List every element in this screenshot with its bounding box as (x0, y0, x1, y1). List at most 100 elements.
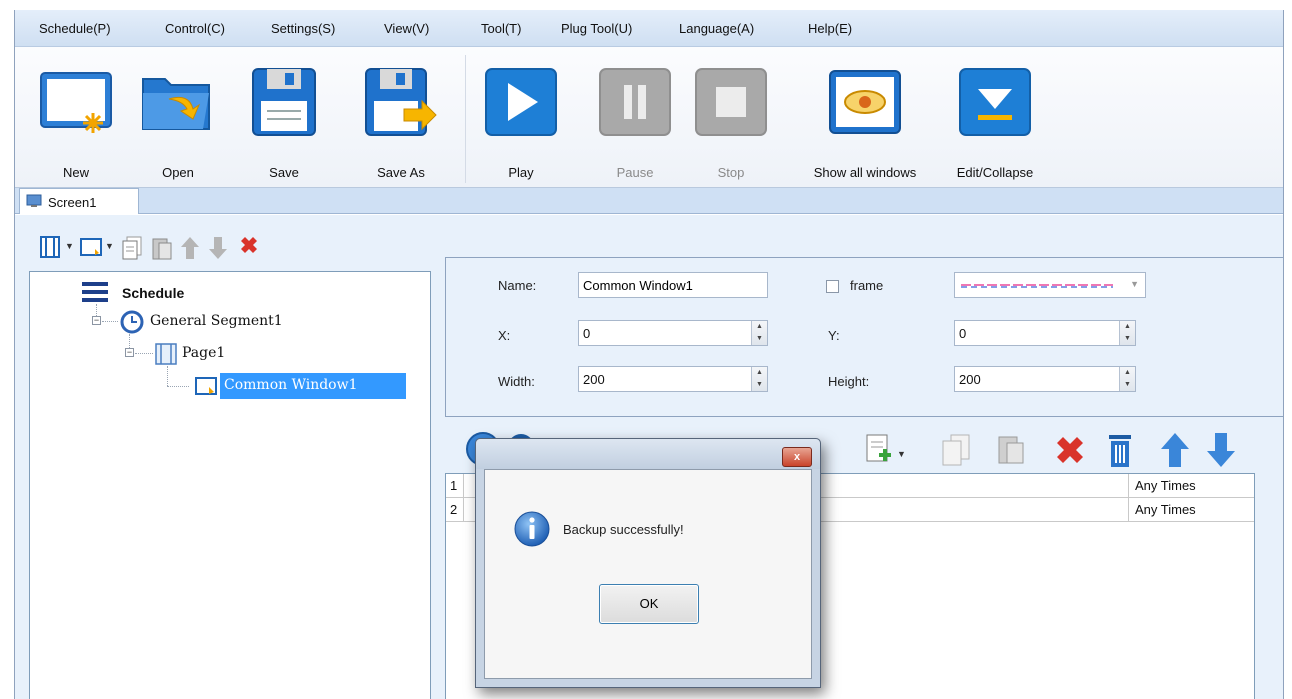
ok-button[interactable]: OK (599, 584, 699, 624)
save-as-label: Save As (377, 165, 425, 180)
delete-item-icon[interactable] (1053, 433, 1087, 467)
save-icon (252, 68, 316, 136)
menu-tool[interactable]: Tool(T) (481, 21, 521, 36)
collapse-icon (959, 68, 1031, 136)
delete-icon[interactable] (237, 235, 261, 259)
row-index: 1 (446, 474, 464, 498)
chevron-down-icon: ▼ (1130, 279, 1139, 289)
info-icon (514, 511, 550, 547)
menu-settings[interactable]: Settings(S) (271, 21, 335, 36)
menu-help[interactable]: Help(E) (808, 21, 852, 36)
pause-button[interactable]: Pause (595, 55, 675, 183)
menu-schedule[interactable]: Schedule(P) (39, 21, 111, 36)
dialog-close-button[interactable]: x (782, 447, 812, 467)
width-value: 200 (583, 372, 605, 387)
stop-icon (695, 68, 767, 136)
tree-item-schedule[interactable]: Schedule (122, 285, 184, 301)
trash-icon[interactable] (1105, 431, 1135, 469)
name-field[interactable] (578, 272, 768, 298)
menu-bar: Schedule(P) Control(C) Settings(S) View(… (15, 10, 1283, 47)
tab-label: Screen1 (48, 195, 97, 210)
tab-screen1[interactable]: Screen1 (19, 188, 139, 215)
tree-expander-segment[interactable]: − (92, 316, 101, 325)
folder-open-icon (142, 78, 210, 130)
menu-control[interactable]: Control(C) (165, 21, 225, 36)
play-button[interactable]: Play (481, 55, 561, 183)
save-label: Save (269, 165, 299, 180)
menu-plug-tool[interactable]: Plug Tool(U) (561, 21, 632, 36)
tree-connector (102, 321, 118, 322)
y-spin-buttons[interactable]: ▲ ▼ (1119, 321, 1135, 345)
tree-selection-highlight: Common Window1 (220, 373, 406, 399)
height-spin-buttons[interactable]: ▲ ▼ (1119, 367, 1135, 391)
stop-label: Stop (717, 165, 745, 180)
play-icon (485, 68, 557, 136)
add-window-icon[interactable] (79, 235, 103, 259)
copy-item-icon[interactable] (941, 433, 971, 467)
add-item-icon[interactable] (865, 433, 893, 467)
frame-preview (961, 284, 1113, 288)
paste-item-icon[interactable] (997, 433, 1027, 467)
film-page-icon (155, 343, 177, 365)
tree-connector (167, 386, 189, 387)
row-index: 2 (446, 498, 464, 522)
tree-toolbar: ▼ ▼ (29, 227, 409, 271)
height-label: Height: (828, 374, 870, 389)
open-label: Open (162, 165, 194, 180)
tree-connector (167, 366, 168, 386)
schedule-tree: Schedule − General Segment1 − Page1 Comm… (29, 271, 431, 699)
y-label: Y: (828, 328, 840, 343)
dropdown-arrow-icon-2[interactable]: ▼ (105, 241, 114, 251)
tree-expander-page[interactable]: − (125, 348, 134, 357)
height-stepper[interactable]: 200 ▲ ▼ (954, 366, 1136, 392)
window-icon (195, 377, 217, 395)
tree-connector (129, 334, 130, 348)
tree-item-common-window[interactable]: Common Window1 (224, 377, 358, 393)
y-stepper[interactable]: 0 ▲ ▼ (954, 320, 1136, 346)
x-stepper[interactable]: 0 ▲ ▼ (578, 320, 768, 346)
stop-button[interactable]: Stop (691, 55, 771, 183)
dialog-title-bar: x (476, 439, 820, 469)
message-dialog: x Backup successfully! OK (475, 438, 821, 688)
frame-label: frame (850, 278, 884, 293)
tree-item-page[interactable]: Page1 (182, 345, 225, 361)
edit-collapse-button[interactable]: Edit/Collapse (945, 55, 1045, 183)
frame-style-select[interactable]: ▼ (954, 272, 1146, 298)
save-button[interactable]: Save (239, 55, 329, 183)
arrow-down-icon[interactable] (1205, 431, 1237, 469)
width-stepper[interactable]: 200 ▲ ▼ (578, 366, 768, 392)
paste-icon[interactable] (151, 235, 173, 261)
move-down-icon[interactable] (207, 235, 229, 261)
pause-label: Pause (616, 165, 654, 180)
tab-strip: Screen1 (15, 188, 1283, 215)
x-spin-buttons[interactable]: ▲ ▼ (751, 321, 767, 345)
menu-language[interactable]: Language(A) (679, 21, 754, 36)
arrow-up-icon[interactable] (1159, 431, 1191, 469)
dialog-message: Backup successfully! (563, 522, 684, 537)
copy-icon[interactable] (121, 235, 143, 261)
width-spin-buttons[interactable]: ▲ ▼ (751, 367, 767, 391)
clock-icon (120, 310, 144, 334)
x-value: 0 (583, 326, 591, 341)
film-icon[interactable] (39, 235, 61, 259)
tree-item-segment[interactable]: General Segment1 (150, 313, 283, 329)
window-properties-panel: Name: frame ▼ X: 0 ▲▼ Y: 0 ▲▼ Width (445, 257, 1283, 417)
menu-view[interactable]: View(V) (384, 21, 429, 36)
save-as-button[interactable]: Save As (353, 55, 449, 183)
dropdown-arrow-icon-3[interactable]: ▼ (897, 449, 906, 459)
height-value: 200 (959, 372, 981, 387)
dropdown-arrow-icon[interactable]: ▼ (65, 241, 74, 251)
pause-icon (599, 68, 671, 136)
frame-checkbox[interactable] (826, 280, 839, 293)
play-label: Play (508, 165, 534, 180)
row-times: Any Times (1128, 474, 1254, 498)
y-value: 0 (959, 326, 967, 341)
eye-icon (829, 70, 901, 134)
show-all-windows-button[interactable]: Show all windows (789, 55, 941, 183)
open-button[interactable]: Open (133, 55, 223, 183)
monitor-icon (26, 194, 42, 207)
new-button[interactable]: New (31, 55, 121, 183)
new-window-icon (40, 72, 112, 133)
move-up-icon[interactable] (179, 235, 201, 261)
toolbar-separator (465, 55, 466, 183)
